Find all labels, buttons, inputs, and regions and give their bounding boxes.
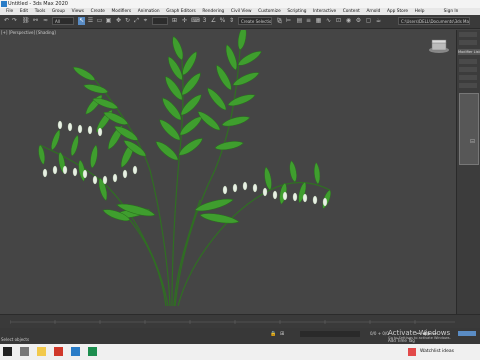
- plant-model[interactable]: [0, 23, 456, 314]
- toggle-layer-explorer-icon[interactable]: ≡: [305, 17, 312, 25]
- select-and-place-icon[interactable]: ⌖: [142, 17, 149, 25]
- 3dsmax-app-icon: [1, 1, 7, 7]
- curve-editor-icon[interactable]: ∿: [325, 17, 332, 25]
- select-and-rotate-icon[interactable]: ↻: [124, 17, 131, 25]
- unlink-icon[interactable]: ⚯: [32, 17, 39, 25]
- menu-app-store[interactable]: App Store: [387, 9, 408, 14]
- news-icon[interactable]: [408, 348, 416, 356]
- menu-content[interactable]: Content: [343, 9, 360, 14]
- sign-in-link[interactable]: Sign In: [444, 8, 459, 15]
- watchlist-widget[interactable]: Watchlist ideas: [420, 349, 454, 354]
- mirror-icon[interactable]: ⧎: [276, 17, 283, 25]
- auto-key-button[interactable]: [458, 331, 476, 336]
- absolute-mode-icon[interactable]: ⊞: [280, 331, 284, 337]
- window-crossing-icon[interactable]: ▣: [105, 17, 112, 25]
- pivot-center-icon[interactable]: ⊞: [171, 17, 178, 25]
- title-bar: Untitled - 3ds Max 2020: [0, 0, 480, 8]
- menu-graph-editors[interactable]: Graph Editors: [166, 9, 196, 14]
- perspective-viewport[interactable]: [+] [Perspective] [Shading]: [0, 23, 456, 314]
- time-slider-track[interactable]: [10, 319, 455, 325]
- align-icon[interactable]: ⊨: [285, 17, 292, 25]
- modifier-button[interactable]: [459, 83, 477, 88]
- render-production-icon[interactable]: ☕: [375, 17, 382, 25]
- reference-coordinate-dropdown[interactable]: [152, 17, 168, 25]
- rectangular-selection-icon[interactable]: ▭: [96, 17, 103, 25]
- play-controls[interactable]: ⏮ ◀ ▶ ⏭: [416, 331, 437, 337]
- configure-modifier-sets-icon[interactable]: ⊟: [470, 138, 475, 145]
- menu-customize[interactable]: Customize: [258, 9, 281, 14]
- timeline: [0, 314, 480, 329]
- redo-icon[interactable]: ↷: [11, 17, 18, 25]
- menu-create[interactable]: Create: [91, 9, 105, 14]
- main-toolbar: ↶ ↷ ⛓ ⚯ ≈ All ↖ ☰ ▭ ▣ ✥ ↻ ⤢ ⌖ ⊞ ✢ ⌨ 3 ∠ …: [0, 15, 480, 29]
- menu-file[interactable]: File: [6, 9, 13, 14]
- menu-tools[interactable]: Tools: [35, 9, 46, 14]
- coordinate-readout: 0/0 + 0/0: [370, 331, 389, 336]
- menu-civil-view[interactable]: Civil View: [231, 9, 252, 14]
- schematic-view-icon[interactable]: ⊡: [335, 17, 342, 25]
- app-icon[interactable]: [88, 347, 97, 356]
- menu-rendering[interactable]: Rendering: [202, 9, 224, 14]
- snaps-toggle-icon[interactable]: 3: [201, 17, 208, 25]
- toggle-ribbon-icon[interactable]: ▦: [315, 17, 322, 25]
- select-manipulate-icon[interactable]: ✢: [181, 17, 188, 25]
- workspace-path-dropdown[interactable]: C:\Users\DELL\Documents\3ds Max 2020: [398, 17, 470, 25]
- bind-space-warp-icon[interactable]: ≈: [42, 17, 49, 25]
- spinner-snap-icon[interactable]: ⇕: [228, 17, 235, 25]
- modifier-button[interactable]: [459, 67, 477, 72]
- select-object-icon[interactable]: ↖: [78, 17, 85, 25]
- windows-taskbar: Watchlist ideas: [0, 344, 480, 360]
- 3dsmax-taskbar-icon[interactable]: [71, 347, 80, 356]
- menu-edit[interactable]: Edit: [20, 9, 28, 14]
- modifier-list-dropdown[interactable]: Modifier List: [458, 49, 480, 55]
- render-setup-icon[interactable]: ⚙: [355, 17, 362, 25]
- viewport-label[interactable]: [+] [Perspective] [Shading]: [1, 30, 56, 35]
- keyboard-shortcut-override-icon[interactable]: ⌨: [191, 17, 200, 25]
- lock-selection-icon[interactable]: 🔒: [270, 331, 276, 337]
- select-and-scale-icon[interactable]: ⤢: [133, 17, 140, 25]
- menu-bar: File Edit Tools Group Views Create Modifiers An…: [0, 8, 480, 15]
- modifier-stack[interactable]: [459, 93, 479, 165]
- window-title: Untitled - 3ds Max 2020: [8, 1, 68, 7]
- status-bar: Select objects 🔒 ⊞ 0/0 + 0/0 Add Time Ta…: [0, 328, 480, 344]
- select-and-move-icon[interactable]: ✥: [115, 17, 122, 25]
- named-selection-sets-dropdown[interactable]: Create Selection Se: [238, 17, 272, 25]
- menu-arnold[interactable]: Arnold: [366, 9, 380, 14]
- modifier-button[interactable]: [459, 59, 477, 64]
- modify-tab-icon[interactable]: [459, 40, 477, 45]
- app-icon[interactable]: [54, 347, 63, 356]
- create-tab-icon[interactable]: [459, 32, 477, 37]
- menu-group[interactable]: Group: [52, 9, 65, 14]
- xyz-coordinate-fields[interactable]: [300, 331, 360, 337]
- select-by-name-icon[interactable]: ☰: [87, 17, 94, 25]
- material-editor-icon[interactable]: ◉: [345, 17, 352, 25]
- undo-icon[interactable]: ↶: [3, 17, 10, 25]
- link-icon[interactable]: ⛓: [22, 17, 30, 25]
- start-icon[interactable]: [3, 347, 12, 356]
- selection-filter-dropdown[interactable]: All: [52, 17, 74, 25]
- rendered-frame-window-icon[interactable]: ▢: [365, 17, 372, 25]
- percent-snap-icon[interactable]: %: [219, 17, 226, 25]
- toggle-scene-explorer-icon[interactable]: ▤: [296, 17, 303, 25]
- menu-scripting[interactable]: Scripting: [287, 9, 306, 14]
- menu-interactive[interactable]: Interactive: [313, 9, 336, 14]
- angle-snap-icon[interactable]: ∠: [210, 17, 217, 25]
- command-panel: Modifier List ⊟: [456, 30, 480, 314]
- modifier-button[interactable]: [459, 75, 477, 80]
- file-explorer-icon[interactable]: [37, 347, 46, 356]
- menu-help[interactable]: Help: [415, 9, 425, 14]
- menu-views[interactable]: Views: [72, 9, 84, 14]
- selection-status: Select objects: [1, 337, 30, 342]
- viewcube-icon[interactable]: [428, 38, 450, 54]
- task-view-icon[interactable]: [20, 347, 29, 356]
- menu-animation[interactable]: Animation: [138, 9, 160, 14]
- menu-modifiers[interactable]: Modifiers: [112, 9, 132, 14]
